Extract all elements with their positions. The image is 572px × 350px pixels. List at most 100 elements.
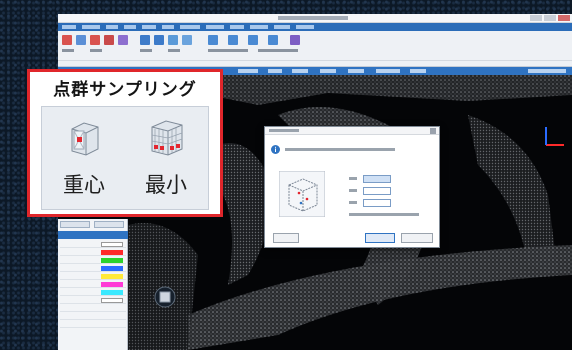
menu-item[interactable]: [230, 25, 244, 29]
minimum-grid-cube-icon: [151, 120, 183, 156]
ribbon-tool-icon[interactable]: [140, 35, 150, 45]
sampling-cube-preview-icon: [279, 171, 325, 217]
axis-indicator: [545, 127, 564, 146]
layer-color-swatch[interactable]: [101, 298, 123, 303]
dialog-ok-button[interactable]: [365, 233, 395, 243]
sampling-callout: 点群サンプリング 重心 最小: [27, 69, 223, 217]
view-toolbar-item[interactable]: [410, 69, 426, 73]
layer-color-swatch[interactable]: [101, 250, 123, 255]
sampling-dialog: [264, 126, 440, 248]
ribbon-tool-icon[interactable]: [268, 35, 278, 45]
window-title-text: [278, 16, 348, 20]
sampling-x-input[interactable]: [363, 175, 391, 183]
panel-button[interactable]: [94, 221, 124, 228]
screenshot-root: 点群サンプリング 重心 最小: [0, 0, 572, 350]
ribbon-label: [258, 49, 298, 52]
view-toolbar-item[interactable]: [238, 69, 258, 73]
menu-item[interactable]: [62, 25, 76, 29]
layer-color-swatch[interactable]: [101, 242, 123, 247]
ribbon-tool-icon[interactable]: [154, 35, 164, 45]
dialog-option-button[interactable]: [273, 233, 299, 243]
layer-row[interactable]: [60, 321, 126, 328]
dialog-title-text: [269, 129, 299, 132]
view-toolbar-item[interactable]: [348, 69, 364, 73]
ribbon-tool-icon[interactable]: [182, 35, 192, 45]
layer-row[interactable]: [60, 249, 126, 256]
info-icon: [271, 145, 280, 154]
view-toolbar-item[interactable]: [376, 69, 400, 73]
layer-row[interactable]: [60, 273, 126, 280]
minimum-label: 最小: [145, 173, 187, 197]
layer-row[interactable]: [60, 313, 126, 320]
panel-button[interactable]: [60, 221, 90, 228]
ribbon-tool-icon[interactable]: [248, 35, 258, 45]
menu-item[interactable]: [206, 25, 224, 29]
view-toolbar-item[interactable]: [292, 69, 308, 73]
centroid-label: 重心: [63, 173, 105, 197]
field-label: [349, 201, 357, 204]
ribbon-label: [168, 49, 180, 52]
layer-row[interactable]: [60, 281, 126, 288]
menu-item[interactable]: [296, 25, 314, 29]
centroid-cube-icon: [71, 122, 99, 156]
minimize-button[interactable]: [530, 15, 542, 21]
layer-row[interactable]: [60, 257, 126, 264]
ribbon-tool-icon[interactable]: [168, 35, 178, 45]
callout-button-group: 重心 最小: [41, 106, 209, 210]
dialog-note: [349, 213, 419, 216]
dialog-title-bar: [265, 127, 439, 135]
dialog-cancel-button[interactable]: [401, 233, 433, 243]
maximize-button[interactable]: [544, 15, 556, 21]
panel-header: [58, 231, 128, 239]
layer-color-swatch[interactable]: [101, 274, 123, 279]
layer-color-swatch[interactable]: [101, 290, 123, 295]
field-label: [349, 189, 357, 192]
ribbon-divider: [58, 60, 572, 61]
callout-title: 点群サンプリング: [30, 72, 220, 102]
minimum-sampling-button[interactable]: 最小: [130, 113, 202, 207]
layer-row[interactable]: [60, 265, 126, 272]
ribbon-label: [62, 49, 74, 52]
menu-item[interactable]: [82, 25, 100, 29]
view-cube-icon[interactable]: [154, 286, 176, 308]
ribbon-tool-icon[interactable]: [62, 35, 72, 45]
view-toolbar-item[interactable]: [320, 69, 336, 73]
ribbon-tool-icon[interactable]: [208, 35, 218, 45]
menu-item[interactable]: [250, 25, 268, 29]
dialog-close-button[interactable]: [430, 128, 436, 134]
ribbon-toolbar: [58, 31, 572, 67]
ribbon-tool-icon[interactable]: [228, 35, 238, 45]
menu-item[interactable]: [162, 25, 174, 29]
menu-item[interactable]: [142, 25, 156, 29]
ribbon-tool-icon[interactable]: [104, 35, 114, 45]
view-toolbar-item[interactable]: [528, 69, 566, 73]
menu-bar: [58, 23, 572, 31]
ribbon-label: [90, 49, 102, 52]
layer-color-swatch[interactable]: [101, 258, 123, 263]
close-window-button[interactable]: [558, 15, 570, 21]
view-toolbar-item[interactable]: [268, 69, 282, 73]
layer-color-swatch[interactable]: [101, 282, 123, 287]
layer-color-swatch[interactable]: [101, 266, 123, 271]
dialog-message: [285, 148, 395, 151]
menu-item[interactable]: [180, 25, 200, 29]
sampling-y-input[interactable]: [363, 187, 391, 195]
ribbon-label: [208, 49, 248, 52]
menu-item[interactable]: [124, 25, 136, 29]
ribbon-label: [140, 49, 152, 52]
layer-row[interactable]: [60, 305, 126, 312]
field-label: [349, 177, 357, 180]
layer-panel: [58, 219, 128, 350]
layer-row[interactable]: [60, 241, 126, 248]
menu-item[interactable]: [274, 25, 290, 29]
ribbon-tool-icon[interactable]: [290, 35, 300, 45]
ribbon-tool-icon[interactable]: [118, 35, 128, 45]
ribbon-tool-icon[interactable]: [76, 35, 86, 45]
layer-row[interactable]: [60, 289, 126, 296]
menu-item[interactable]: [106, 25, 118, 29]
layer-row[interactable]: [60, 297, 126, 304]
ribbon-tool-icon[interactable]: [90, 35, 100, 45]
title-bar: [58, 14, 572, 23]
sampling-z-input[interactable]: [363, 199, 391, 207]
centroid-sampling-button[interactable]: 重心: [48, 113, 120, 207]
